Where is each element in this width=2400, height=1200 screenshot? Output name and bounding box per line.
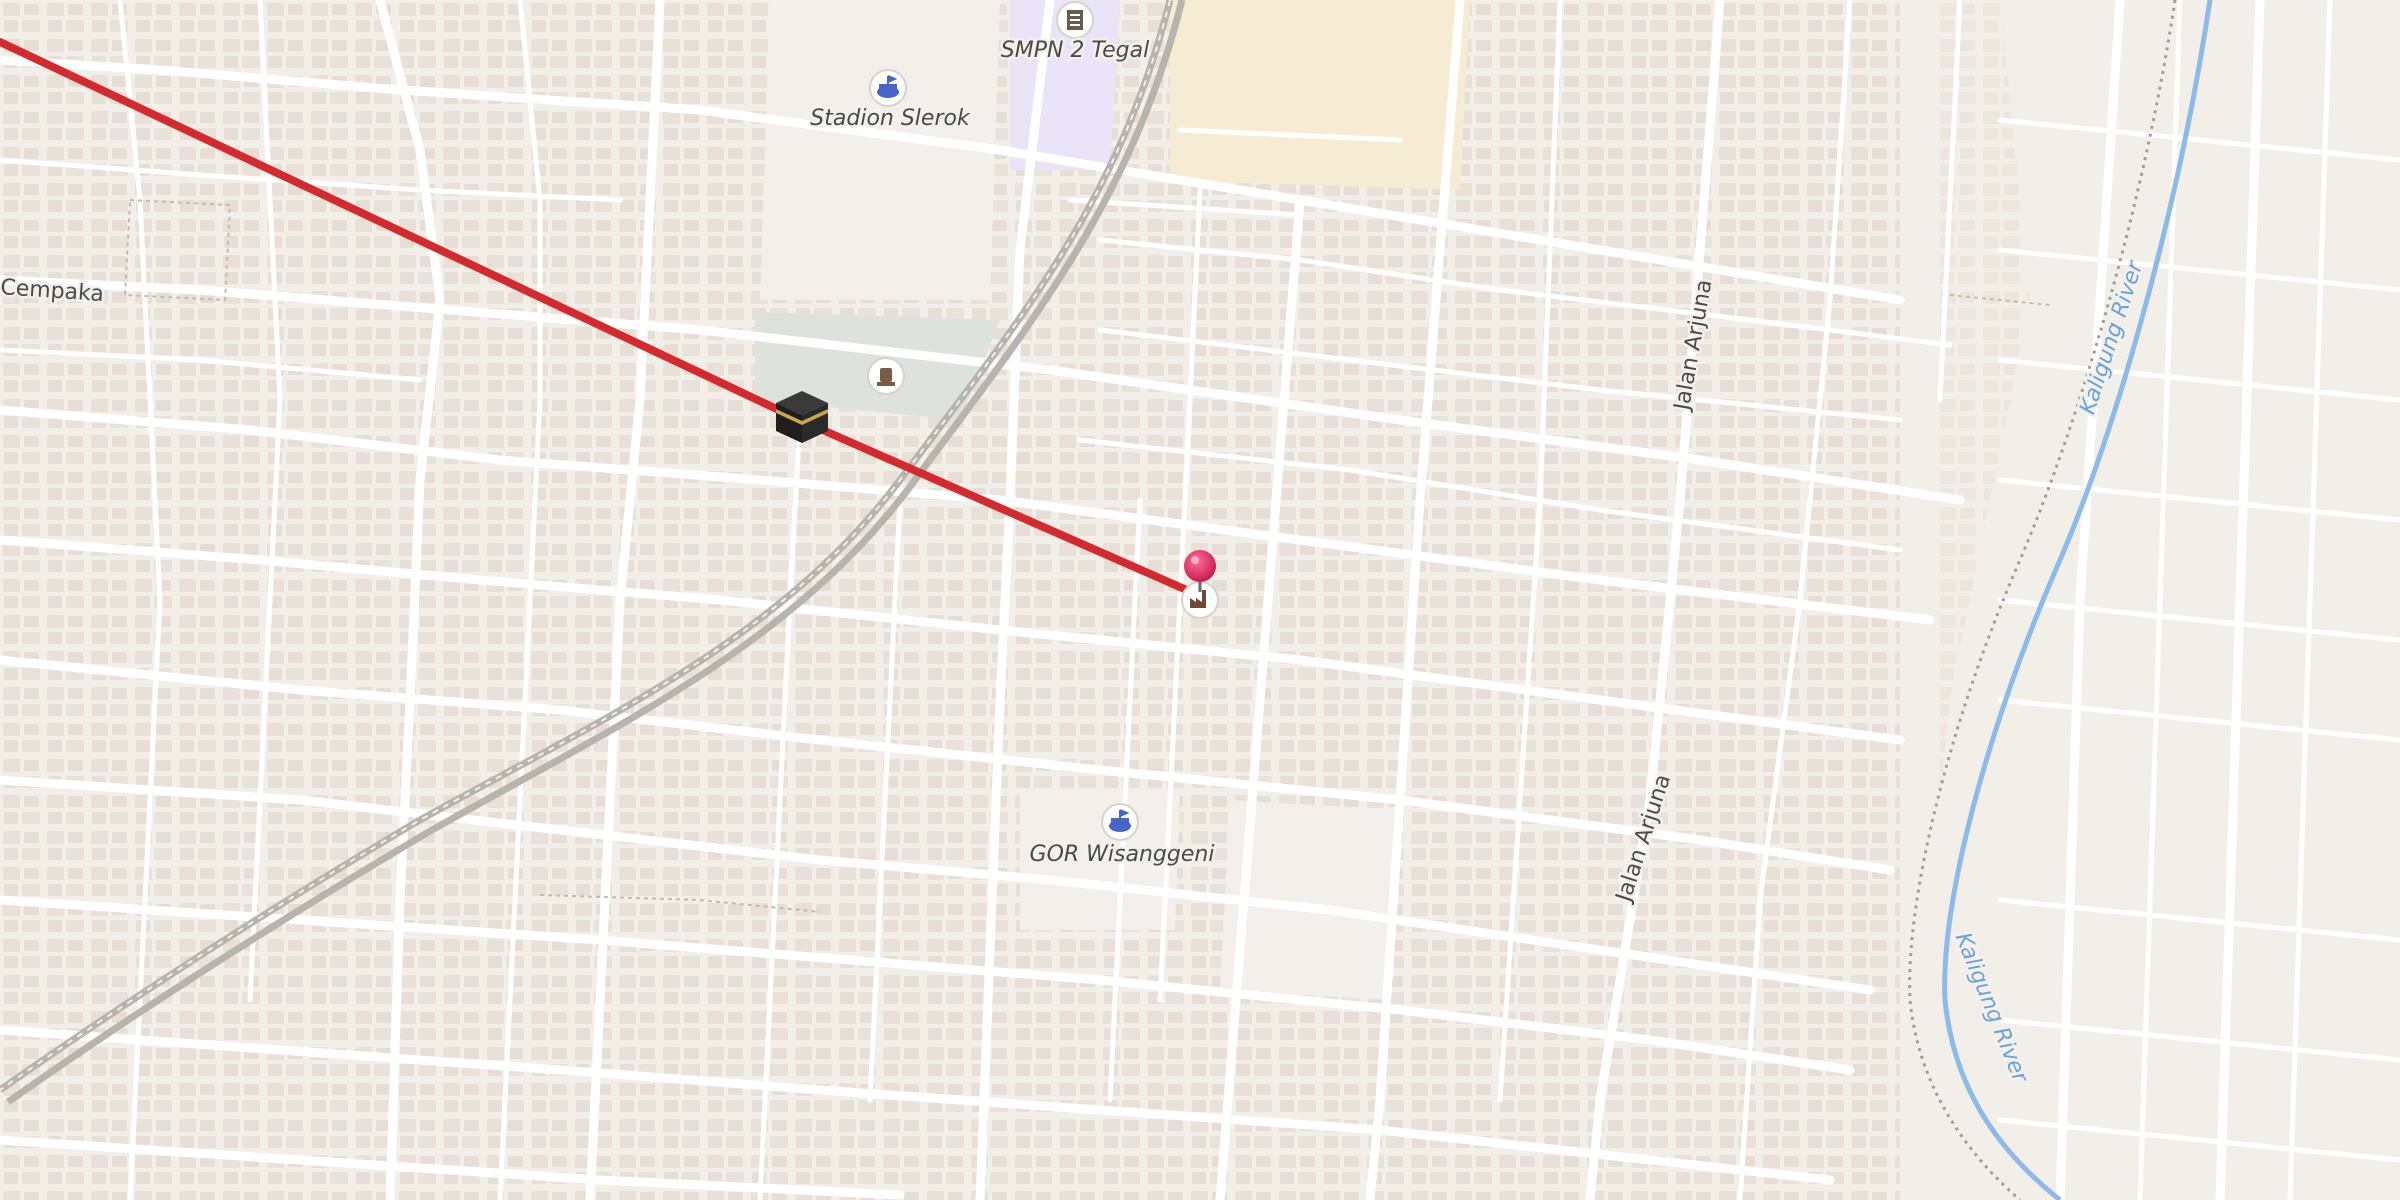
map-canvas[interactable]: SMPN 2 Tegal Stadion Slerok GOR Wisangge… (0, 0, 2400, 1200)
stadium-icon[interactable] (869, 69, 907, 107)
label-smpn-2-tegal: SMPN 2 Tegal (1001, 38, 1149, 63)
stadium-grounds (760, 0, 1000, 300)
industrial-area (1170, 0, 1470, 190)
stadium-icon[interactable] (1101, 803, 1139, 841)
label-gor-wisanggeni: GOR Wisanggeni (1030, 842, 1215, 867)
school-icon[interactable] (1056, 1, 1094, 39)
memorial-icon[interactable] (867, 357, 905, 395)
label-stadion-slerok: Stadion Slerok (810, 106, 971, 131)
